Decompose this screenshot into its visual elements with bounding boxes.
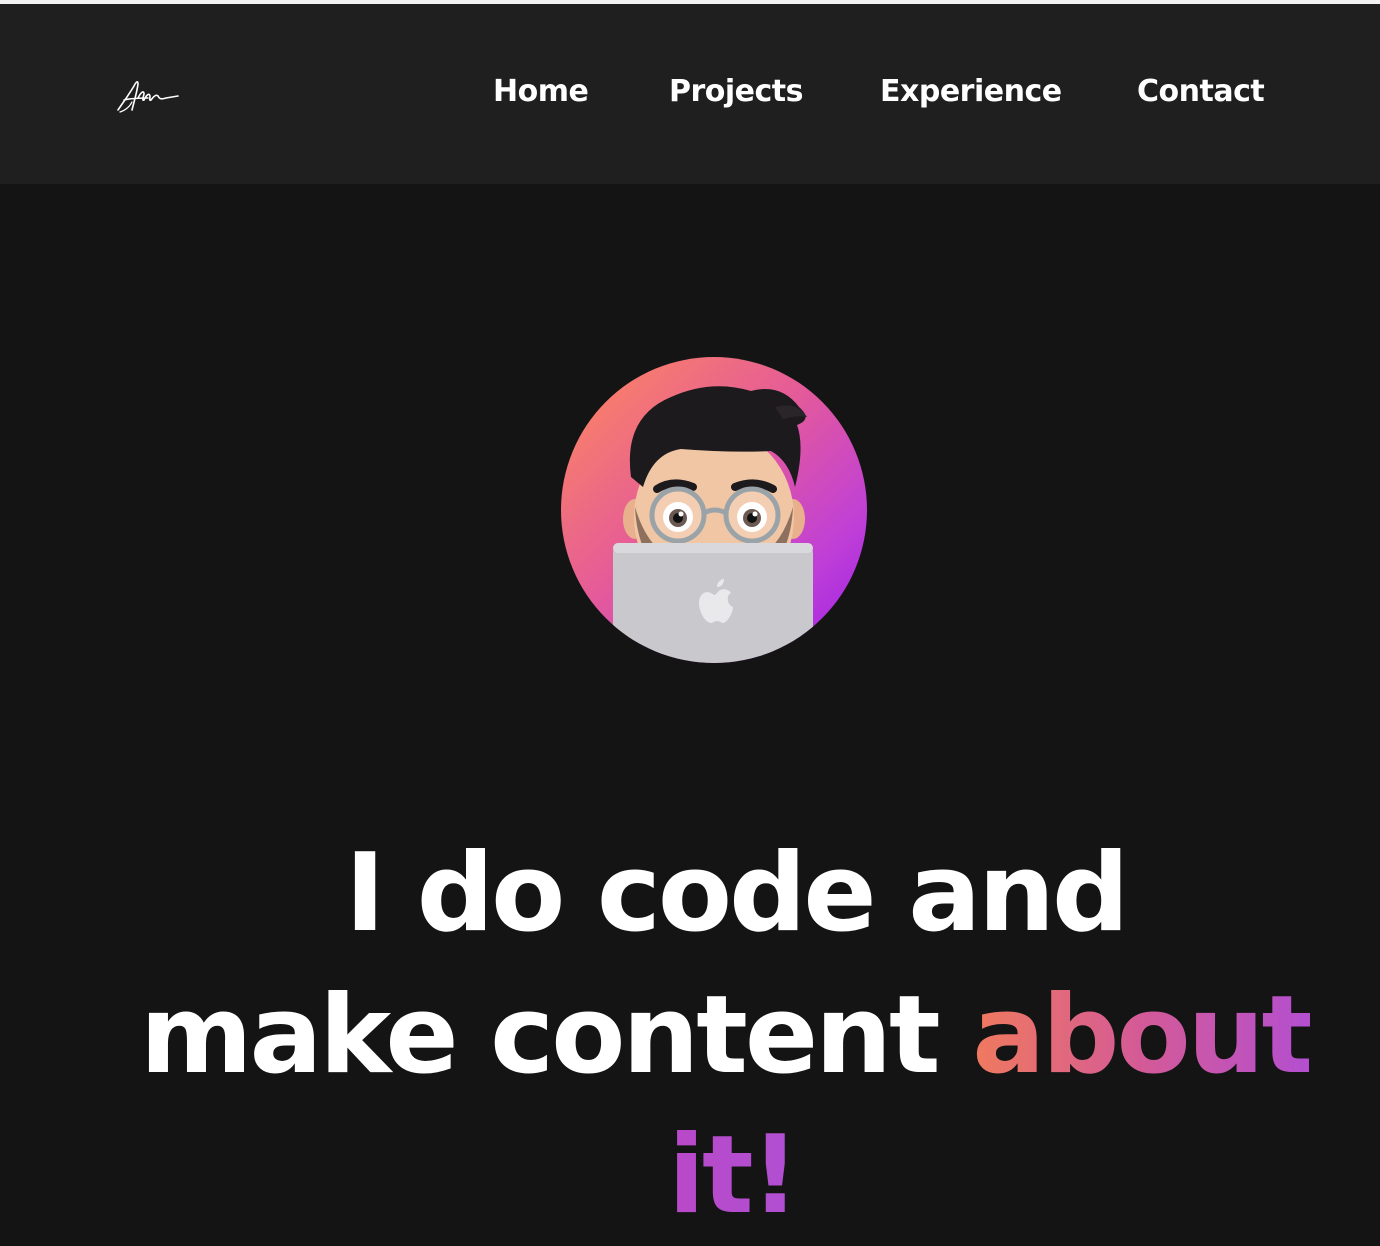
memoji-laptop-avatar-icon [561,357,867,663]
nav-experience-link[interactable]: Experience [880,74,1062,109]
nav-home-link[interactable]: Home [493,74,589,109]
navbar: Home Projects Experience Contact [0,4,1380,184]
headline-line-1: I do code and [345,831,1129,957]
nav-projects-link[interactable]: Projects [669,74,804,109]
headline-line-2: make content about [140,966,1313,1106]
signature-logo-icon[interactable] [108,68,188,120]
headline-line-2-text: make content [140,973,973,1099]
headline-highlight-it: it! [668,1106,800,1246]
headline-highlight-about: about [972,973,1313,1099]
nav-contact-link[interactable]: Contact [1137,74,1265,109]
